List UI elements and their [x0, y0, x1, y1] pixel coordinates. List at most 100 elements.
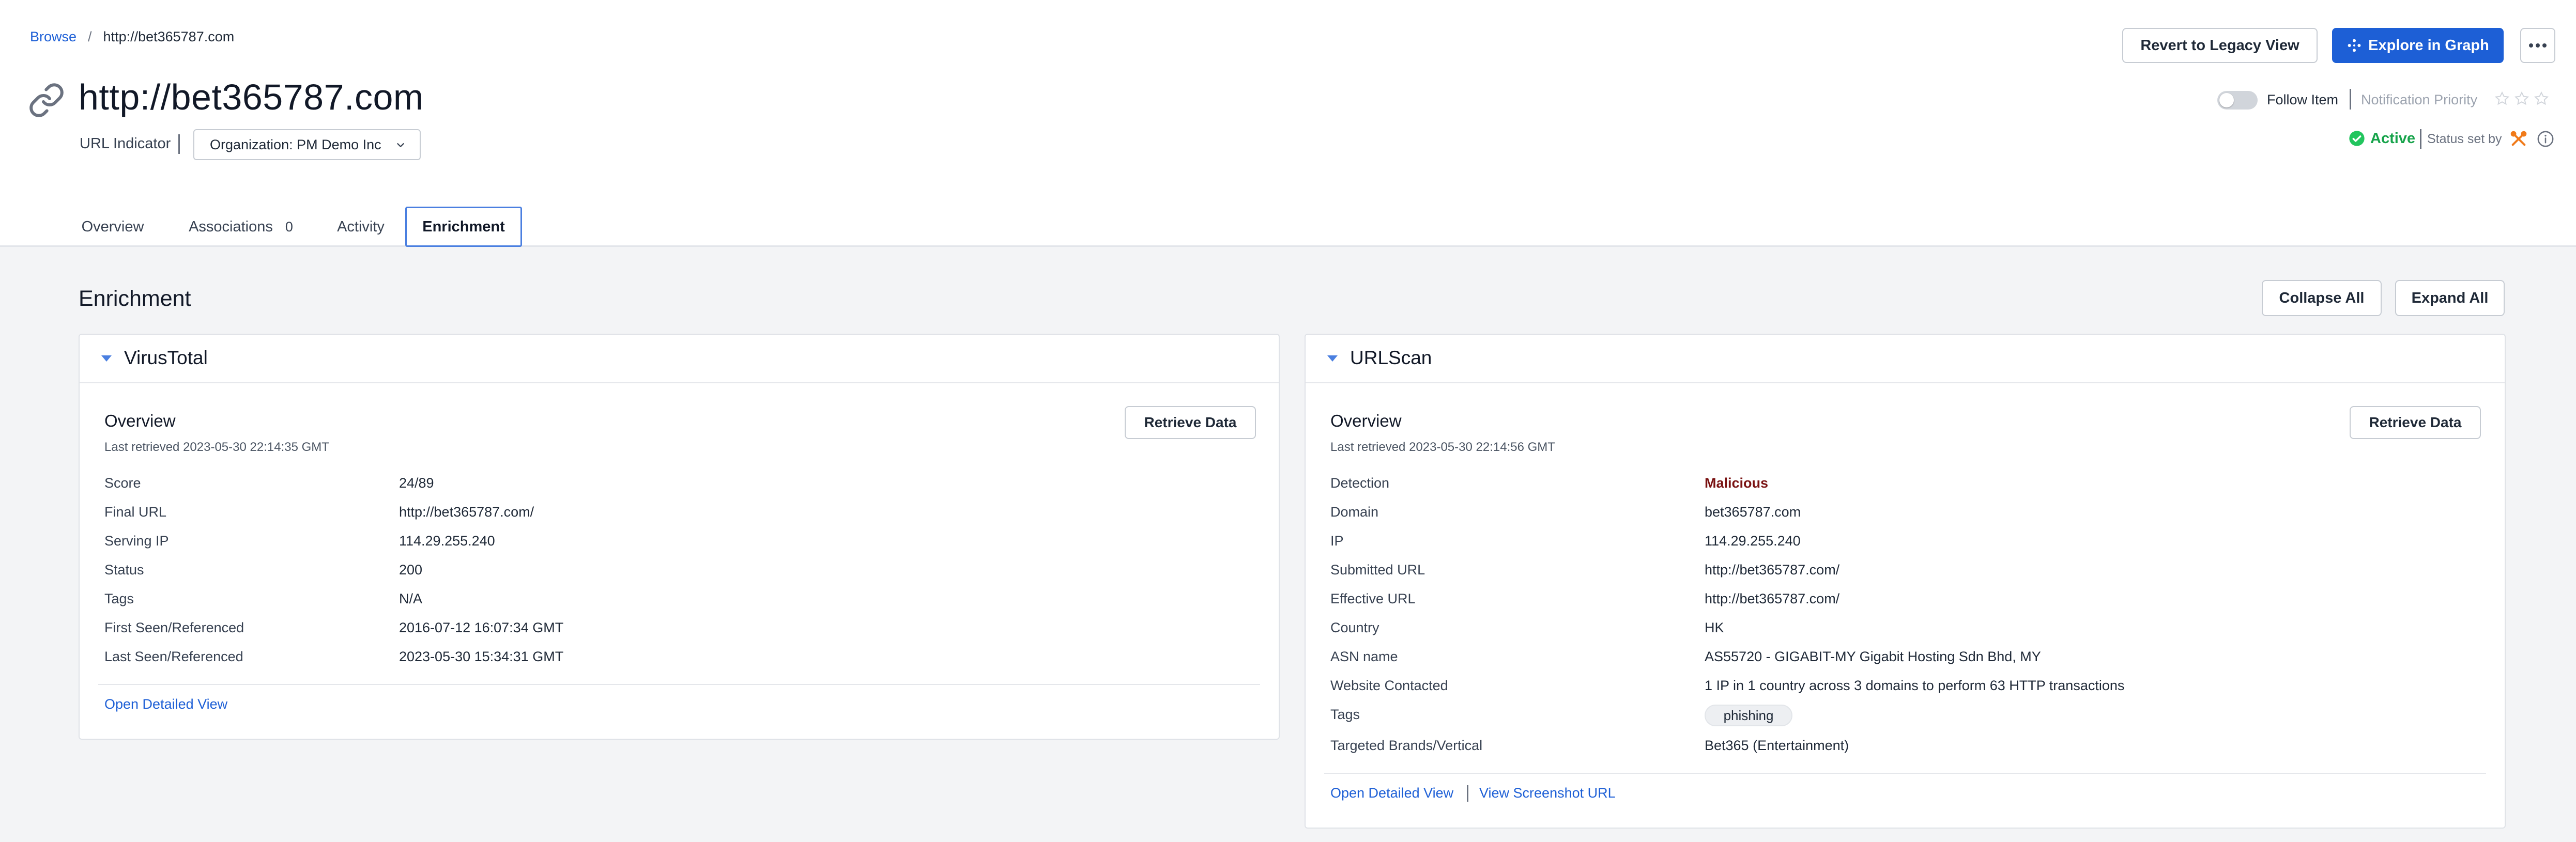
- vt-row-value: http://bet365787.com/: [399, 504, 534, 520]
- check-circle-icon: [2349, 131, 2365, 146]
- breadcrumb-browse-link[interactable]: Browse: [30, 29, 76, 45]
- virustotal-retrieve-data-button[interactable]: Retrieve Data: [1125, 406, 1256, 439]
- page-title: http://bet365787.com: [79, 77, 424, 117]
- breadcrumb-current: http://bet365787.com: [103, 29, 235, 44]
- us-row-label: Domain: [1330, 504, 1379, 520]
- star-icon[interactable]: [2514, 91, 2529, 106]
- notification-priority-stars: [2494, 91, 2549, 106]
- caret-down-icon: [101, 355, 112, 362]
- tools-icon: [2510, 131, 2527, 146]
- urlscan-open-detailed-view-link[interactable]: Open Detailed View: [1330, 785, 1453, 801]
- vt-row-value: 200: [399, 562, 423, 578]
- collapse-all-label: Collapse All: [2279, 289, 2365, 306]
- info-icon[interactable]: [2537, 130, 2554, 148]
- urlscan-overview-title: Overview: [1330, 411, 1402, 430]
- follow-divider: [2350, 89, 2351, 110]
- us-row-label: ASN name: [1330, 649, 1398, 664]
- breadcrumb: Browse / http://bet365787.com: [30, 29, 234, 45]
- vt-row-value: 114.29.255.240: [399, 533, 495, 549]
- us-row-value: AS55720 - GIGABIT-MY Gigabit Hosting Sdn…: [1705, 649, 2041, 664]
- us-row-label: Detection: [1330, 475, 1390, 491]
- vt-row-label: First Seen/Referenced: [104, 620, 244, 635]
- tab-associations-label: Associations: [189, 218, 273, 235]
- tab-enrichment[interactable]: Enrichment: [405, 207, 522, 247]
- enrichment-section-title: Enrichment: [79, 286, 191, 311]
- revert-legacy-view-label: Revert to Legacy View: [2140, 37, 2299, 54]
- star-icon[interactable]: [2494, 91, 2510, 106]
- notification-priority-label: Notification Priority: [2361, 92, 2478, 107]
- tab-associations-count: 0: [285, 219, 293, 235]
- urlscan-card: URLScan Overview Last retrieved 2023-05-…: [1305, 334, 2506, 829]
- chevron-down-icon: [397, 143, 404, 147]
- collapse-all-button[interactable]: Collapse All: [2262, 280, 2382, 316]
- follow-item-label: Follow Item: [2267, 92, 2339, 107]
- us-row-label: Tags: [1330, 707, 1360, 722]
- virustotal-footer-divider: [98, 684, 1260, 685]
- link-icon: [29, 83, 64, 117]
- follow-item-toggle[interactable]: [2217, 91, 2258, 110]
- us-row-value: 1 IP in 1 country across 3 domains to pe…: [1705, 678, 2125, 693]
- organization-select[interactable]: Organization: PM Demo Inc: [193, 129, 421, 160]
- type-divider: [178, 134, 180, 154]
- star-icon[interactable]: [2534, 91, 2549, 106]
- caret-down-icon: [1327, 355, 1338, 362]
- revert-legacy-view-button[interactable]: Revert to Legacy View: [2122, 28, 2318, 63]
- tab-activity-label: Activity: [337, 218, 385, 235]
- urlscan-card-title: URLScan: [1350, 347, 1432, 368]
- us-row-label: IP: [1330, 533, 1344, 549]
- graph-spark-icon: [2348, 39, 2361, 52]
- us-row-label: Country: [1330, 620, 1379, 635]
- vt-row-value: N/A: [399, 591, 423, 606]
- virustotal-last-retrieved: Last retrieved 2023-05-30 22:14:35 GMT: [104, 440, 329, 454]
- expand-all-label: Expand All: [2411, 289, 2489, 306]
- vt-row-value: 2016-07-12 16:07:34 GMT: [399, 620, 564, 635]
- us-row-label: Targeted Brands/Vertical: [1330, 738, 1483, 753]
- more-dots-icon: [2529, 43, 2547, 48]
- us-detection-value: Malicious: [1705, 475, 1769, 491]
- vt-row-label: Serving IP: [104, 533, 169, 549]
- urlscan-footer-divider: [1324, 773, 2486, 774]
- toggle-knob: [2219, 93, 2234, 107]
- vt-row-label: Score: [104, 475, 141, 491]
- tab-associations[interactable]: Associations 0: [175, 207, 307, 247]
- virustotal-card: VirusTotal Overview Last retrieved 2023-…: [79, 334, 1280, 740]
- tab-overview-label: Overview: [81, 218, 144, 235]
- vt-row-label: Last Seen/Referenced: [104, 649, 243, 664]
- us-row-value: http://bet365787.com/: [1705, 591, 1840, 606]
- organization-select-label: Organization: PM Demo Inc: [210, 136, 381, 152]
- explore-in-graph-button[interactable]: Explore in Graph: [2332, 28, 2504, 63]
- vt-row-label: Final URL: [104, 504, 167, 520]
- app-root: Browse / http://bet365787.com http://bet…: [0, 0, 2576, 842]
- us-tag-chip-label: phishing: [1723, 707, 1774, 723]
- urlscan-link-divider: [1467, 785, 1468, 802]
- urlscan-card-header[interactable]: URLScan: [1306, 335, 2505, 383]
- expand-all-button[interactable]: Expand All: [2395, 280, 2505, 316]
- us-row-value: HK: [1705, 620, 1724, 635]
- us-row-value: 114.29.255.240: [1705, 533, 1801, 549]
- indicator-type-label: URL Indicator: [80, 135, 171, 152]
- virustotal-card-header[interactable]: VirusTotal: [80, 335, 1279, 383]
- tab-activity[interactable]: Activity: [326, 207, 396, 247]
- us-row-value: Bet365 (Entertainment): [1705, 738, 1849, 753]
- us-tag-chip: phishing: [1705, 705, 1792, 726]
- more-actions-button[interactable]: [2520, 28, 2555, 63]
- us-row-value: bet365787.com: [1705, 504, 1801, 520]
- urlscan-retrieve-data-label: Retrieve Data: [2369, 414, 2462, 430]
- urlscan-retrieve-data-button[interactable]: Retrieve Data: [2350, 406, 2481, 439]
- page-header: Browse / http://bet365787.com http://bet…: [0, 0, 2576, 247]
- urlscan-view-screenshot-link[interactable]: View Screenshot URL: [1479, 785, 1616, 801]
- vt-row-value: 24/89: [399, 475, 434, 491]
- status-active-label: Active: [2370, 130, 2416, 147]
- status-set-by-label: Status set by: [2427, 132, 2502, 146]
- breadcrumb-separator: /: [88, 29, 92, 44]
- us-row-value: http://bet365787.com/: [1705, 562, 1840, 578]
- virustotal-card-title: VirusTotal: [124, 347, 208, 368]
- tab-enrichment-label: Enrichment: [422, 218, 505, 235]
- urlscan-last-retrieved: Last retrieved 2023-05-30 22:14:56 GMT: [1330, 440, 1555, 454]
- vt-row-label: Tags: [104, 591, 134, 606]
- vt-row-value: 2023-05-30 15:34:31 GMT: [399, 649, 564, 664]
- virustotal-overview-title: Overview: [104, 411, 176, 430]
- virustotal-open-detailed-view-link[interactable]: Open Detailed View: [104, 696, 227, 712]
- tab-overview[interactable]: Overview: [73, 207, 152, 247]
- virustotal-retrieve-data-label: Retrieve Data: [1144, 414, 1237, 430]
